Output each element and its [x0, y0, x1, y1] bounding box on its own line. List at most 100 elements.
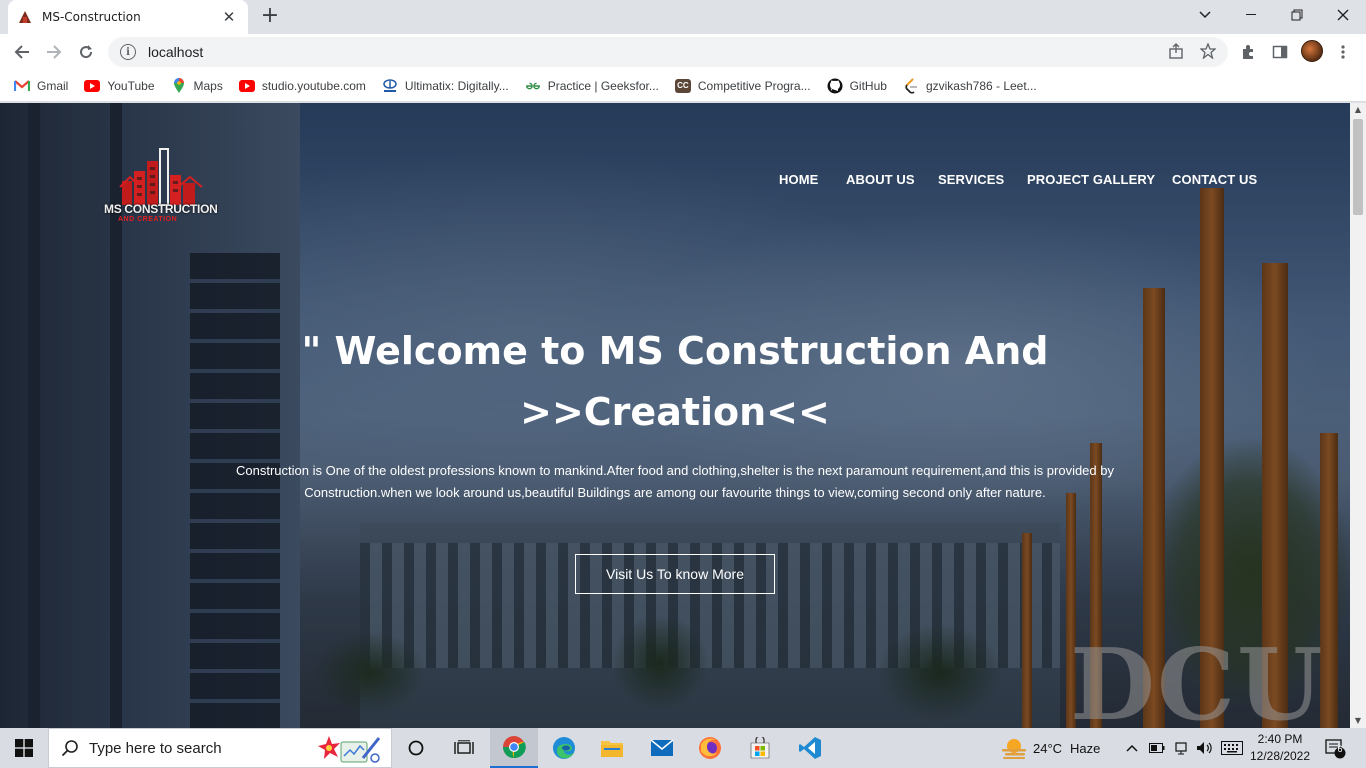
site-info-icon[interactable]: i [120, 44, 136, 60]
search-highlight-icon [318, 736, 381, 763]
bookmark-label: Maps [193, 78, 223, 93]
bookmark-label: Gmail [37, 78, 69, 93]
bookmark-ultimatix[interactable]: Ultimatix: Digitally... [382, 79, 509, 93]
bookmarks-bar: Gmail YouTube Maps studio.youtube.com Ul… [0, 70, 1366, 102]
windows-taskbar: Type here to search 24°C Haze 2:40 PM 12… [0, 728, 1366, 768]
hero-description-line-1: Construction is One of the oldest profes… [236, 463, 1114, 478]
close-window-icon[interactable] [1320, 0, 1366, 30]
weather-desc: Haze [1070, 740, 1101, 756]
extensions-puzzle-icon[interactable] [1238, 42, 1258, 62]
tata-icon [382, 78, 398, 93]
minimize-window-icon[interactable] [1228, 0, 1274, 30]
notification-count: 6 [1337, 744, 1343, 754]
bookmark-label: Practice | Geeksfor... [547, 78, 659, 93]
notification-center-icon[interactable]: 6 [1324, 728, 1346, 768]
bookmark-github[interactable]: GitHub [827, 78, 887, 93]
windows-start-icon[interactable] [0, 728, 48, 768]
visit-us-button[interactable]: Visit Us To know More [575, 554, 775, 594]
hero-title-line-2: >>Creation<< [520, 390, 830, 434]
hero-title-line-1: " Welcome to MS Construction And [301, 329, 1049, 373]
bookmark-geeksforgeeks[interactable]: Practice | Geeksfor... [525, 79, 659, 93]
reload-icon[interactable] [72, 38, 100, 66]
bookmark-label: GitHub [849, 78, 887, 93]
keyboard-icon[interactable] [1221, 728, 1243, 768]
page-scrollbar[interactable]: ▲ ▼ [1350, 103, 1366, 728]
nav-home[interactable]: HOME [779, 172, 818, 187]
nav-about-us[interactable]: ABOUT US [846, 172, 915, 187]
back-icon[interactable] [8, 38, 36, 66]
logo-subtitle: AND CREATION [118, 216, 178, 223]
nav-contact-us[interactable]: CONTACT US [1172, 172, 1257, 187]
new-tab-button[interactable]: + [258, 4, 282, 28]
bookmark-youtube-studio[interactable]: studio.youtube.com [238, 78, 366, 93]
browser-tab-strip: MS-Construction ✕ + [0, 0, 1366, 34]
edge-taskbar-icon[interactable] [540, 728, 588, 768]
battery-icon[interactable] [1149, 728, 1165, 768]
hero-trees [250, 603, 1050, 728]
weather-widget[interactable]: 24°C Haze [1000, 728, 1100, 768]
tab-title: MS-Construction [42, 10, 141, 24]
youtube-icon [84, 79, 101, 93]
side-panel-icon[interactable] [1270, 42, 1290, 62]
search-icon [61, 740, 78, 757]
network-icon[interactable] [1174, 728, 1188, 768]
scroll-up-arrow-icon[interactable]: ▲ [1350, 103, 1366, 117]
maps-icon [171, 77, 187, 93]
bookmark-label: YouTube [107, 78, 155, 93]
taskbar-search-box[interactable]: Type here to search [48, 728, 392, 768]
nav-services[interactable]: SERVICES [938, 172, 1004, 187]
bookmark-star-icon[interactable] [1199, 42, 1217, 60]
bookmark-label: studio.youtube.com [261, 78, 366, 93]
nav-project-gallery[interactable]: PROJECT GALLERY [1027, 172, 1155, 187]
clock-time: 2:40 PM [1257, 732, 1303, 746]
leetcode-icon [903, 77, 919, 94]
logo-title: MS CONSTRUCTION [104, 202, 218, 216]
bookmark-label: gzvikash786 - Leet... [925, 78, 1037, 93]
site-favicon-icon [18, 10, 32, 24]
close-tab-icon[interactable]: ✕ [220, 8, 238, 26]
bookmark-label: Competitive Progra... [697, 78, 811, 93]
youtube-studio-icon [238, 79, 255, 93]
bookmark-gmail[interactable]: Gmail [14, 79, 68, 93]
address-bar[interactable]: i localhost [108, 37, 1228, 67]
bookmark-label: Ultimatix: Digitally... [404, 78, 509, 93]
scroll-down-arrow-icon[interactable]: ▼ [1350, 714, 1366, 728]
bookmark-leetcode[interactable]: gzvikash786 - Leet... [903, 77, 1037, 94]
browser-toolbar: i localhost [0, 34, 1366, 70]
tab-search-chevron-icon[interactable] [1182, 0, 1228, 30]
task-view-icon[interactable] [440, 728, 488, 768]
taskbar-clock[interactable]: 2:40 PM 12/28/2022 [1248, 731, 1312, 765]
profile-avatar[interactable] [1301, 40, 1323, 62]
cortana-icon[interactable] [392, 728, 440, 768]
restore-window-icon[interactable] [1274, 0, 1320, 30]
hero-description: Construction is One of the oldest profes… [210, 460, 1140, 504]
background-sign-text: DCU [1070, 628, 1325, 728]
weather-haze-icon [1002, 739, 1026, 759]
weather-temp: 24°C [1033, 740, 1063, 756]
chrome-taskbar-icon[interactable] [490, 728, 538, 768]
github-icon [827, 78, 843, 93]
forward-icon[interactable] [40, 38, 68, 66]
hero-description-line-2: Construction.when we look around us,beau… [304, 485, 1046, 500]
share-icon[interactable] [1167, 42, 1185, 60]
search-placeholder: Type here to search [89, 739, 222, 757]
microsoft-store-icon[interactable] [736, 728, 784, 768]
sculpture-pillar [1022, 533, 1032, 728]
gmail-icon [14, 79, 30, 93]
browser-tab[interactable]: MS-Construction ✕ [8, 0, 248, 34]
bookmark-codechef[interactable]: CC Competitive Progra... [674, 78, 811, 93]
show-hidden-icons-icon[interactable] [1126, 728, 1138, 768]
geeksforgeeks-icon [525, 79, 541, 93]
bookmark-youtube[interactable]: YouTube [84, 78, 155, 93]
address-url[interactable]: localhost [148, 44, 203, 60]
vscode-icon[interactable] [786, 728, 834, 768]
mail-icon[interactable] [638, 728, 686, 768]
page-viewport: DCU MS CONSTRUCTION AND CREATION HOME AB… [0, 103, 1350, 728]
firefox-icon[interactable] [686, 728, 734, 768]
scrollbar-thumb[interactable] [1353, 119, 1363, 215]
volume-icon[interactable] [1196, 728, 1214, 768]
chrome-menu-icon[interactable] [1333, 42, 1353, 62]
file-explorer-icon[interactable] [588, 728, 636, 768]
hero-title: " Welcome to MS Construction And >>Creat… [230, 321, 1120, 443]
bookmark-maps[interactable]: Maps [171, 77, 223, 93]
